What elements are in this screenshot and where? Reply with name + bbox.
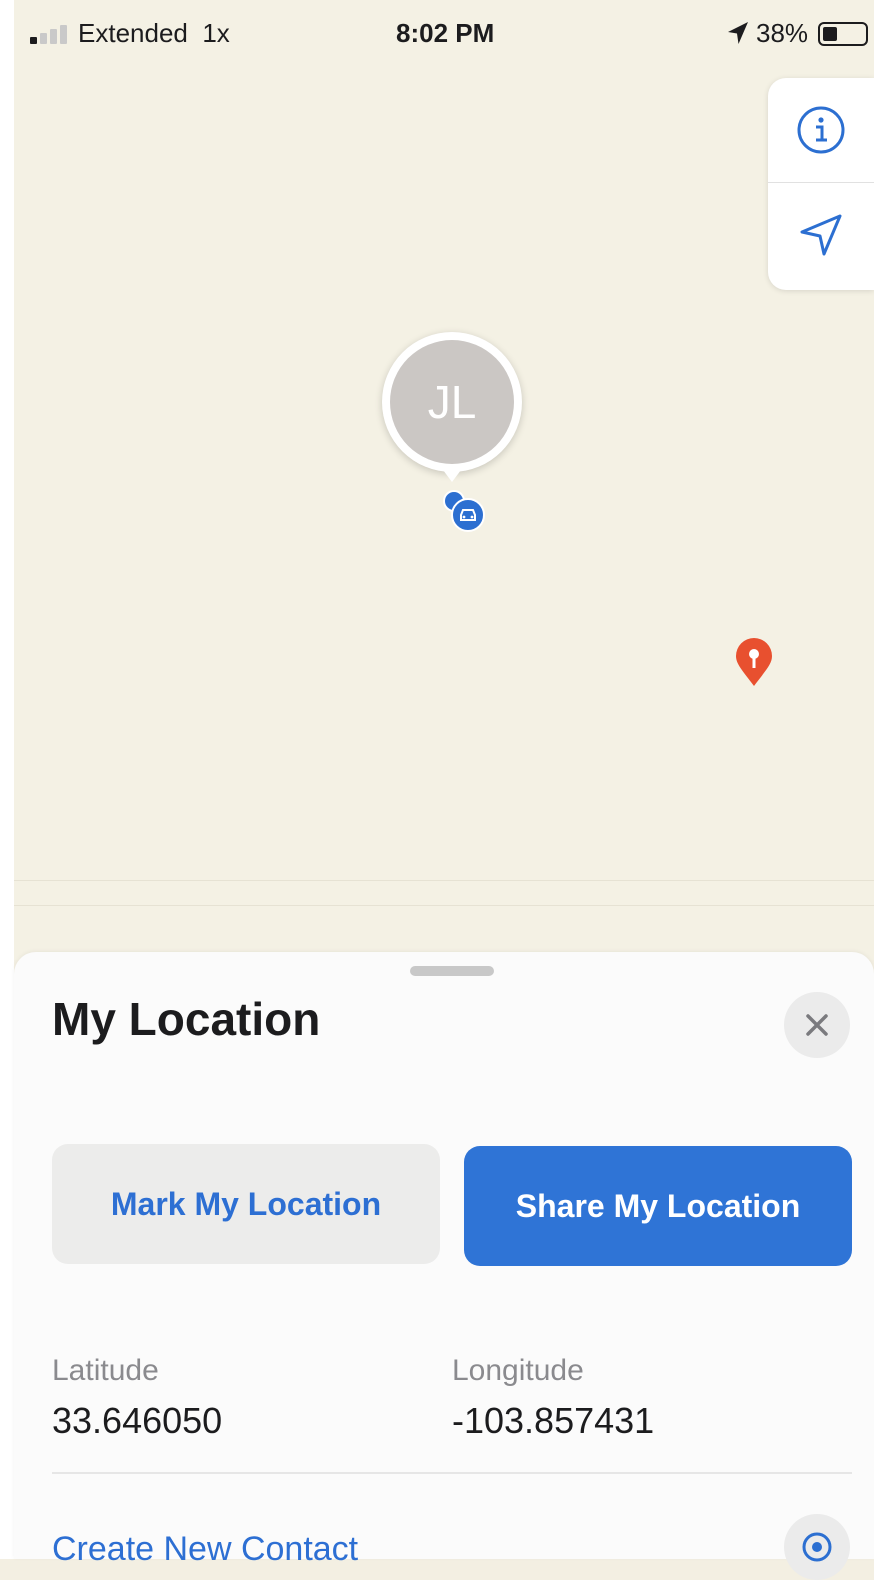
close-icon [806,1014,828,1036]
sheet-grabber[interactable] [410,966,494,976]
car-icon [451,498,485,532]
info-button[interactable] [768,78,874,182]
map-road-line [14,905,874,906]
locate-me-button[interactable] [768,183,874,287]
latitude-value: 33.646050 [52,1400,223,1441]
longitude-label: Longitude [452,1354,584,1387]
longitude-value: -103.857431 [452,1400,655,1441]
latitude-label: Latitude [52,1354,159,1387]
clock: 8:02 PM [396,18,495,48]
battery-icon [818,22,868,46]
map-road-line [14,880,874,881]
share-my-location-button[interactable]: Share My Location [464,1146,852,1266]
location-arrow-icon [800,214,842,256]
map-controls [768,78,874,290]
screen-edge [0,0,14,1559]
create-new-contact-link[interactable]: Create New Contact [52,1530,358,1569]
status-bar: Extended 1x 8:02 PM 38% [0,0,874,66]
annotation-tail [440,466,464,482]
avatar-initials: JL [390,340,514,464]
location-sheet: My Location Mark My Location Share My Lo… [14,952,874,1580]
battery-percent: 38% [756,18,809,48]
sheet-title: My Location [52,993,321,1045]
signal-strength-icon [30,22,70,44]
section-divider [52,1472,852,1474]
info-circle-icon [797,106,845,154]
carrier-label: Extended 1x [78,18,230,48]
location-services-icon [728,22,748,44]
contact-action-button[interactable] [784,1514,850,1580]
close-button[interactable] [784,992,850,1058]
map-pin-icon[interactable] [734,638,774,688]
mark-my-location-button[interactable]: Mark My Location [52,1144,440,1264]
person-annotation[interactable]: JL [382,332,522,472]
